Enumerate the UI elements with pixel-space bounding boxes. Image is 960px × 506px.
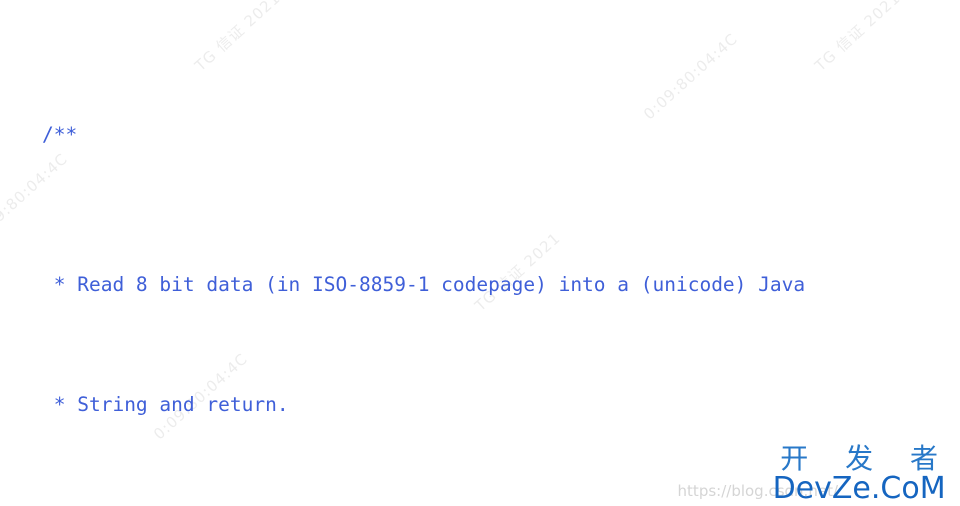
code-content[interactable]: /** * Read 8 bit data (in ISO-8859-1 cod…	[0, 0, 960, 506]
javadoc-star: *	[42, 393, 78, 416]
code-line[interactable]: * String and return.	[0, 390, 960, 420]
javadoc-text: Read 8 bit data (in ISO-8859-1 codepage)…	[77, 273, 806, 296]
javadoc-text: String and return.	[77, 393, 289, 416]
code-line[interactable]: /**	[0, 120, 960, 150]
javadoc-star: *	[42, 273, 78, 296]
javadoc-open: /**	[42, 123, 78, 146]
code-editor[interactable]: 0:09:80:04:4C 0:09:80:04:4C TG 信证 2021 T…	[0, 0, 960, 506]
code-line[interactable]: * Read 8 bit data (in ISO-8859-1 codepag…	[0, 270, 960, 300]
